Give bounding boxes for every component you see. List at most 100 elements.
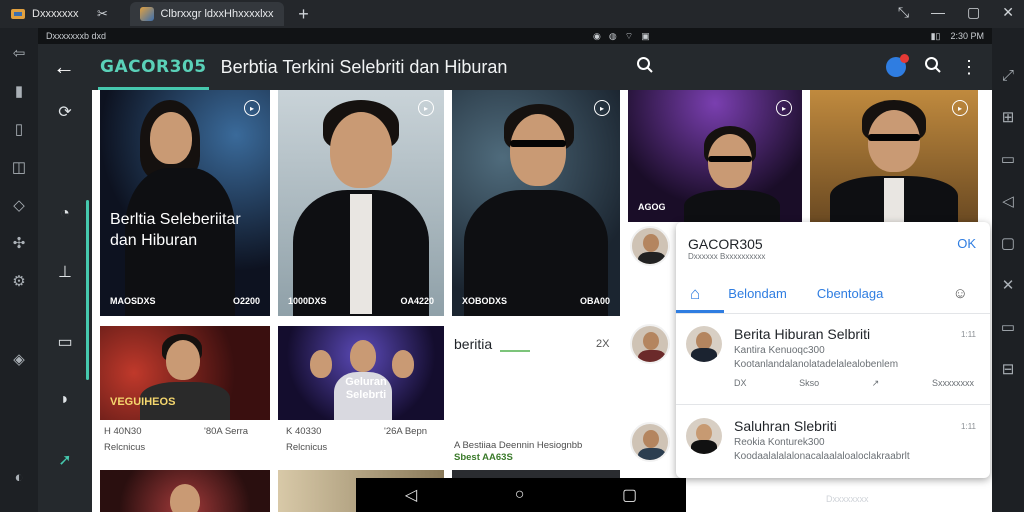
avatar[interactable]: [630, 226, 670, 266]
resize-icon[interactable]: ⤡: [898, 4, 909, 21]
divider: [676, 404, 990, 405]
layers-icon[interactable]: ◈: [8, 348, 30, 370]
back-button[interactable]: ←: [38, 54, 90, 80]
news-card[interactable]: ▸ Berltia Seleberiitar dan Hiburan MAOSD…: [100, 90, 270, 316]
share-icon[interactable]: ↗: [872, 378, 880, 389]
news-card[interactable]: ▸ AGOG: [628, 90, 802, 222]
nav-home-icon[interactable]: ○: [515, 486, 525, 504]
tools-icon[interactable]: ✂: [92, 4, 112, 24]
settings-icon[interactable]: ⚙: [8, 270, 30, 292]
record-icon[interactable]: ▢: [997, 232, 1019, 254]
ok-button[interactable]: OK: [957, 236, 976, 251]
close-button[interactable]: ✕: [1002, 4, 1014, 21]
card-footer-right: OA4220: [400, 296, 434, 306]
card-caption: '80A Serra: [204, 426, 249, 437]
status-icons: ◉ ◍ ⌔ ▣: [593, 31, 650, 42]
smiley-icon[interactable]: ☺: [953, 285, 968, 302]
card-footer: MAOSDXS O2200: [110, 296, 260, 306]
card-caption: H 40N30: [104, 426, 142, 437]
more-icon[interactable]: ⊟: [997, 358, 1019, 380]
app-bar: ← GACOR305 Berbtia Terkini Selebriti dan…: [38, 44, 992, 90]
news-card[interactable]: VEGUIHEOS: [100, 326, 270, 420]
home-icon[interactable]: ⌂: [690, 284, 700, 304]
user-icon[interactable]: ◐: [8, 466, 30, 488]
location-icon[interactable]: ◇: [8, 194, 30, 216]
mail-icon: ◍: [608, 30, 617, 41]
card-footer-right: O2200: [232, 296, 260, 306]
play-icon[interactable]: ▸: [776, 100, 792, 116]
card-photo: [278, 90, 444, 316]
news-card[interactable]: ▸: [810, 90, 978, 222]
more-vert-icon[interactable]: ⋮: [960, 57, 978, 78]
layout-icon[interactable]: ◫: [8, 156, 30, 178]
screenshot-icon[interactable]: ▭: [997, 316, 1019, 338]
status-left-text: Dxxxxxxxb dxd: [46, 31, 107, 41]
search-icon-secondary[interactable]: [924, 56, 942, 79]
maximize-button[interactable]: ▢: [967, 4, 980, 21]
text-card-line: [500, 350, 530, 352]
card-footer: 1000DXS OA4220: [288, 296, 434, 306]
avatar[interactable]: [630, 324, 670, 364]
grid-icon[interactable]: ⊞: [997, 106, 1019, 128]
play-icon[interactable]: ▸: [244, 100, 260, 116]
news-card[interactable]: ▸ XOBODXS OBA00: [452, 90, 620, 316]
avatar[interactable]: [630, 422, 670, 462]
card-footer-right: OBA00: [579, 296, 610, 306]
browser-tab[interactable]: Clbrxxgr ldxxHhxxxxlxx: [130, 2, 284, 26]
notification-icon[interactable]: [886, 54, 909, 77]
app-icon[interactable]: [8, 4, 28, 24]
text-card-title[interactable]: beritia: [454, 336, 492, 352]
card-footer: XOBODXS OBA00: [462, 296, 610, 306]
brand-logo[interactable]: GACOR305: [98, 57, 209, 90]
refresh-icon[interactable]: ⟳: [53, 100, 77, 124]
clock-icon[interactable]: ◔: [53, 202, 77, 226]
play-icon[interactable]: ▸: [418, 100, 434, 116]
list-item[interactable]: Berita Hiburan Selbriti Kantira Kenuoqc3…: [676, 318, 990, 402]
tab-belondam[interactable]: Belondam: [728, 286, 787, 301]
folder-icon[interactable]: ▮: [8, 80, 30, 102]
gamepad-icon[interactable]: ✣: [8, 232, 30, 254]
popup-title: GACOR305: [688, 236, 763, 252]
new-tab-button[interactable]: +: [294, 4, 314, 24]
browser-top-bar: Dxxxxxxx ✂ Clbrxxgr ldxxHhxxxxlxx + ⤡ — …: [0, 0, 1024, 28]
avatar: [686, 418, 722, 454]
logout-icon[interactable]: ⇦: [8, 42, 30, 64]
item-footer-mid: Skso: [799, 378, 820, 388]
sync-icon: ◉: [593, 30, 601, 41]
item-line: Kootanlandalanolatadelalealobenlem: [734, 359, 899, 370]
tab-cbentolaga[interactable]: Cbentolaga: [817, 286, 884, 301]
moon-icon[interactable]: ◗: [53, 388, 77, 412]
keyboard-icon[interactable]: ▭: [997, 148, 1019, 170]
android-nav-bar: ◁ ○ ▢: [356, 478, 686, 512]
play-icon[interactable]: ▸: [952, 100, 968, 116]
news-card[interactable]: [100, 470, 270, 512]
card-footer-left: MAOSDXS: [110, 296, 156, 306]
tab-title: Clbrxxgr ldxxHhxxxxlxx: [160, 8, 274, 20]
play-icon[interactable]: ▸: [594, 100, 610, 116]
list-item[interactable]: Saluhran Slebriti Reokia Konturek300 Koo…: [676, 410, 990, 478]
card-photo: [452, 90, 620, 316]
back-arrow-icon[interactable]: ◁: [997, 190, 1019, 212]
nav-recents-icon[interactable]: ▢: [622, 485, 637, 505]
card-footer-left: XOBODXS: [462, 296, 508, 306]
bookmark-icon[interactable]: ▯: [8, 118, 30, 140]
card-badge: Geluran Selebrti: [345, 376, 387, 402]
channel-popup: GACOR305 Dxxxxxx Bxxxxxxxxxx OK ⌂ Belond…: [676, 222, 990, 478]
item-line: Koodaalalalalonacalaalaloaloclakraabrlt: [734, 451, 910, 462]
nav-back-icon[interactable]: ◁: [405, 485, 417, 505]
page-title: Berbtia Terkini Selebriti dan Hiburan: [220, 56, 508, 77]
expand-icon[interactable]: ⤢: [997, 64, 1019, 86]
wifi-icon: ⌔: [624, 30, 634, 41]
search-icon[interactable]: [636, 56, 654, 79]
minimize-button[interactable]: —: [931, 4, 945, 21]
device-icon[interactable]: ▭: [53, 330, 77, 354]
news-card[interactable]: ▸ 1000DXS OA4220: [278, 90, 444, 316]
news-card[interactable]: Geluran Selebrti: [278, 326, 444, 420]
tools-nav-icon[interactable]: ⊥: [53, 260, 77, 284]
card-badge: VEGUIHEOS: [110, 396, 176, 408]
item-title: Saluhran Slebriti: [734, 418, 837, 434]
shake-icon[interactable]: ✕: [997, 274, 1019, 296]
item-time: 1:11: [961, 422, 976, 431]
share-icon[interactable]: ➚: [53, 448, 77, 472]
card-label: AGOG: [638, 202, 666, 212]
